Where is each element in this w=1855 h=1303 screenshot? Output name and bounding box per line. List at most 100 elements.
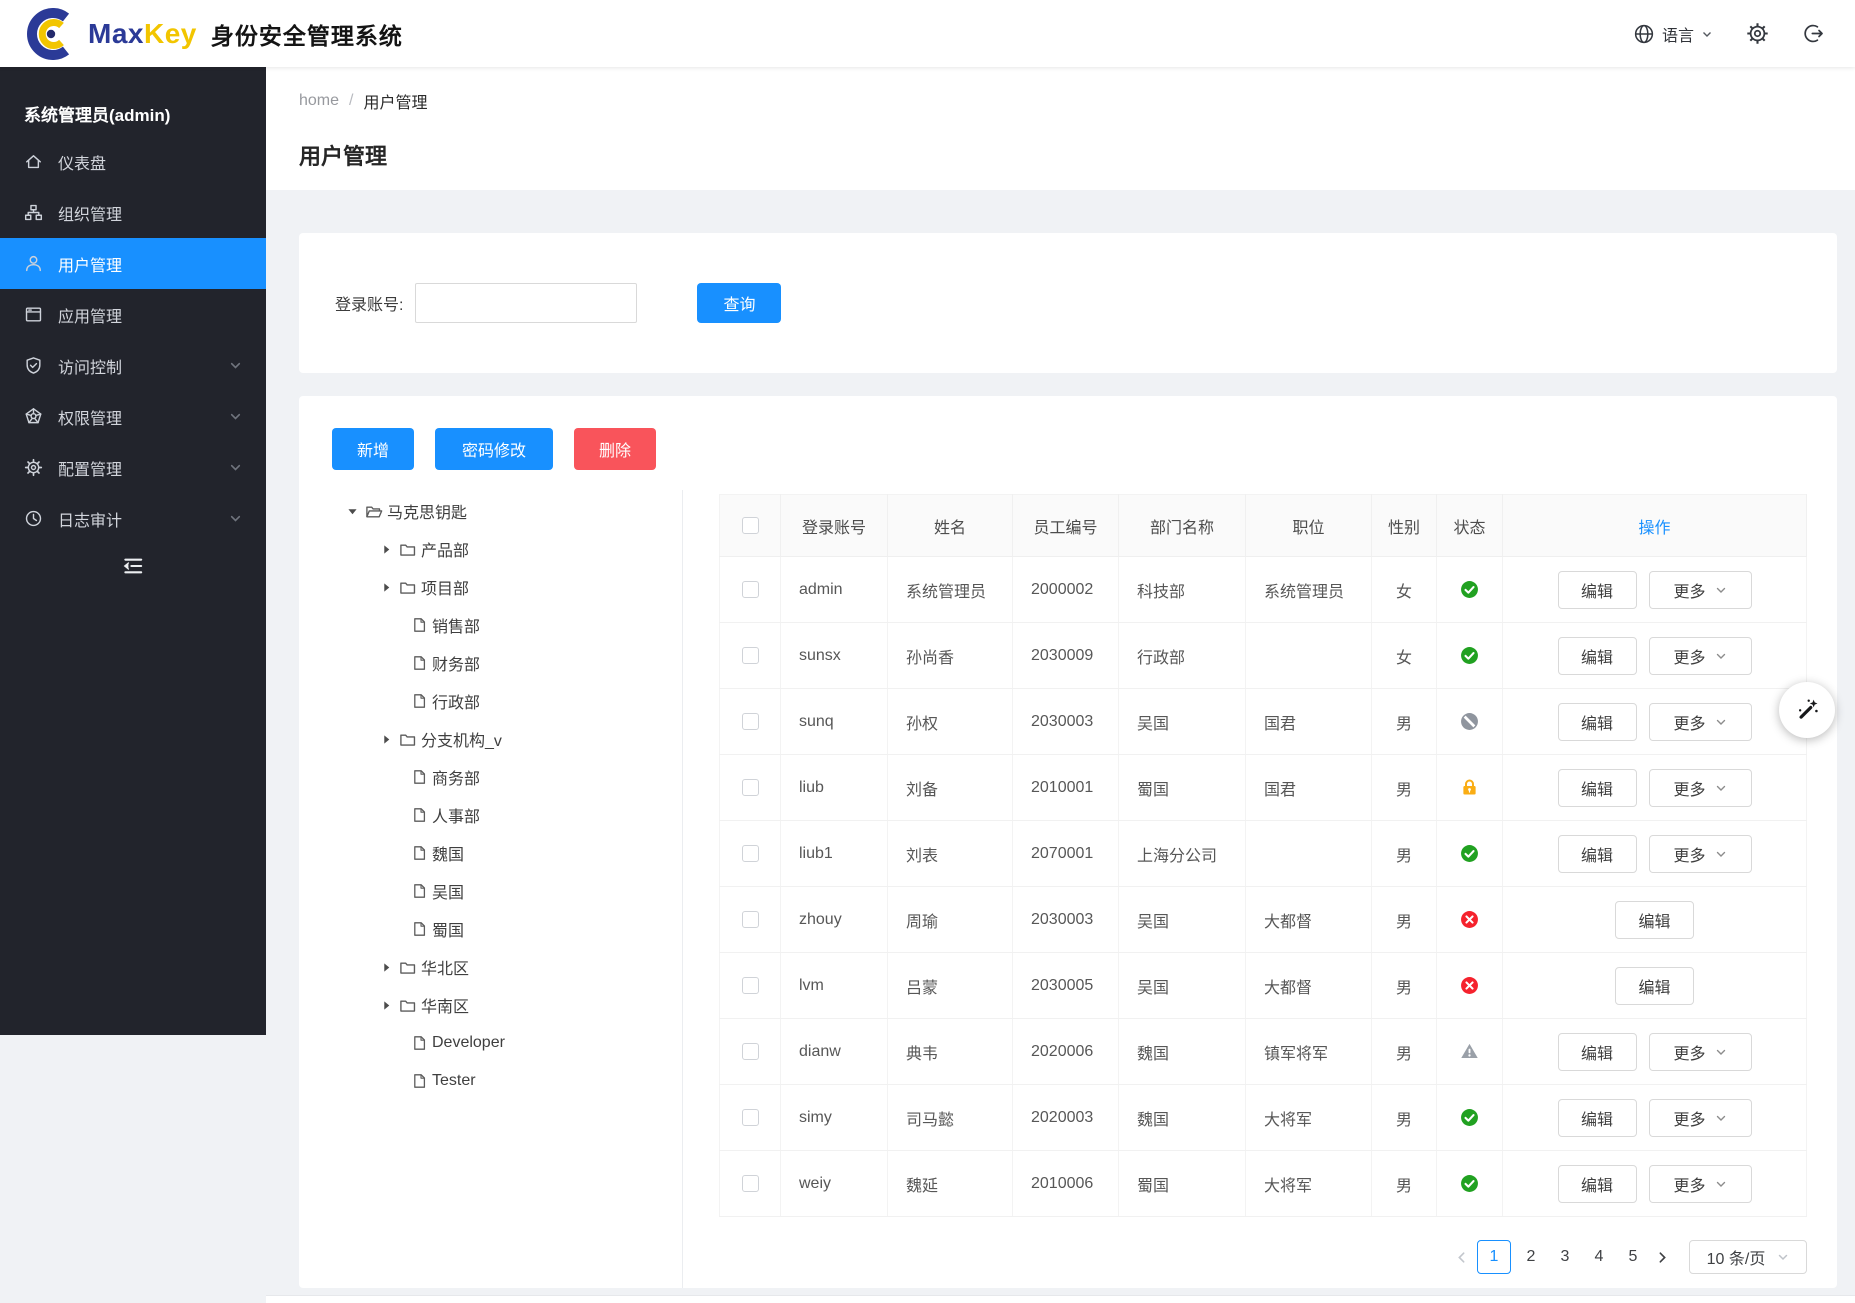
sidebar-item-users[interactable]: 用户管理	[0, 238, 266, 289]
caret-right-icon[interactable]	[379, 581, 393, 594]
cell-employee-id: 2030003	[1013, 887, 1119, 953]
more-button[interactable]: 更多	[1649, 1165, 1752, 1203]
sidebar-item-organization[interactable]: 组织管理	[0, 187, 266, 238]
edit-button[interactable]: 编辑	[1558, 637, 1637, 675]
delete-button[interactable]: 删除	[574, 428, 656, 470]
more-button[interactable]: 更多	[1649, 1033, 1752, 1071]
edit-button[interactable]: 编辑	[1558, 571, 1637, 609]
sidebar-item-dashboard[interactable]: 仪表盘	[0, 136, 266, 187]
tree-node[interactable]: 产品部	[299, 530, 682, 568]
edit-button[interactable]: 编辑	[1558, 1165, 1637, 1203]
page-prev-button[interactable]	[1449, 1251, 1474, 1264]
magic-wand-overlay-button[interactable]	[1779, 682, 1835, 738]
tree-node[interactable]: 分支机构_v	[299, 720, 682, 758]
select-all-checkbox[interactable]	[742, 517, 759, 534]
row-checkbox[interactable]	[742, 779, 759, 796]
page-4-button[interactable]: 4	[1585, 1240, 1613, 1274]
edit-button[interactable]: 编辑	[1558, 1033, 1637, 1071]
edit-button[interactable]: 编辑	[1558, 1099, 1637, 1137]
tree-node[interactable]: 华北区	[299, 948, 682, 986]
more-button[interactable]: 更多	[1649, 571, 1752, 609]
settings-gear-icon[interactable]	[1745, 21, 1770, 46]
tree-node-label: 分支机构_v	[421, 727, 502, 751]
col-department-header: 部门名称	[1119, 495, 1246, 557]
caret-right-icon[interactable]	[379, 999, 393, 1012]
row-checkbox[interactable]	[742, 581, 759, 598]
sidebar-item-access-control[interactable]: 访问控制	[0, 340, 266, 391]
sidebar-item-permissions[interactable]: 权限管理	[0, 391, 266, 442]
edit-button[interactable]: 编辑	[1558, 769, 1637, 807]
logout-icon[interactable]	[1802, 22, 1825, 45]
cell-login: weiy	[781, 1151, 888, 1217]
breadcrumb-home-link[interactable]: home	[299, 92, 339, 110]
caret-down-icon[interactable]	[345, 505, 359, 518]
tree-node[interactable]: 财务部	[299, 644, 682, 682]
tree-node[interactable]: 销售部	[299, 606, 682, 644]
page-2-button[interactable]: 2	[1517, 1240, 1545, 1274]
more-button[interactable]: 更多	[1649, 703, 1752, 741]
caret-right-icon[interactable]	[379, 961, 393, 974]
add-button[interactable]: 新增	[332, 428, 414, 470]
edit-button[interactable]: 编辑	[1615, 967, 1694, 1005]
user-management-card: 新增 密码修改 删除 马克思钥匙产品部项目部销售部财务部行政部分支机构_v商务部…	[299, 396, 1837, 1288]
query-button[interactable]: 查询	[697, 283, 781, 323]
edit-button[interactable]: 编辑	[1558, 703, 1637, 741]
row-checkbox[interactable]	[742, 845, 759, 862]
more-button[interactable]: 更多	[1649, 637, 1752, 675]
tree-node[interactable]: 行政部	[299, 682, 682, 720]
row-checkbox[interactable]	[742, 1109, 759, 1126]
tree-node[interactable]: 华南区	[299, 986, 682, 1024]
sidebar-item-configuration[interactable]: 配置管理	[0, 442, 266, 493]
page-3-button[interactable]: 3	[1551, 1240, 1579, 1274]
cell-status	[1437, 557, 1503, 623]
page-5-button[interactable]: 5	[1619, 1240, 1647, 1274]
tree-node[interactable]: 商务部	[299, 758, 682, 796]
chevron-down-icon	[1701, 28, 1713, 40]
more-button[interactable]: 更多	[1649, 769, 1752, 807]
more-button[interactable]: 更多	[1649, 835, 1752, 873]
cell-gender: 女	[1372, 623, 1437, 689]
tree-node[interactable]: 马克思钥匙	[299, 492, 682, 530]
system-title: 身份安全管理系统	[211, 17, 403, 51]
table-row: zhouy周瑜2030003吴国大都督男编辑	[720, 887, 1807, 953]
sidebar-item-label: 应用管理	[58, 303, 122, 327]
more-button[interactable]: 更多	[1649, 1099, 1752, 1137]
edit-button[interactable]: 编辑	[1558, 835, 1637, 873]
tree-node[interactable]: 蜀国	[299, 910, 682, 948]
caret-right-icon[interactable]	[379, 543, 393, 556]
status-active-icon	[1460, 580, 1479, 599]
tree-node-label: 财务部	[432, 651, 480, 675]
edit-button[interactable]: 编辑	[1615, 901, 1694, 939]
cell-select	[720, 1019, 781, 1085]
sidebar-collapse-toggle[interactable]	[0, 554, 266, 583]
status-banned-icon	[1460, 712, 1479, 731]
page-1-button[interactable]: 1	[1477, 1240, 1511, 1274]
file-icon	[411, 769, 428, 785]
sidebar-item-applications[interactable]: 应用管理	[0, 289, 266, 340]
cell-name: 刘备	[888, 755, 1013, 821]
tree-node[interactable]: 人事部	[299, 796, 682, 834]
page-next-button[interactable]	[1650, 1251, 1675, 1264]
row-checkbox[interactable]	[742, 713, 759, 730]
tree-node[interactable]: Tester	[299, 1062, 682, 1100]
badge-icon	[24, 407, 43, 426]
change-password-button[interactable]: 密码修改	[435, 428, 553, 470]
row-checkbox[interactable]	[742, 977, 759, 994]
row-checkbox[interactable]	[742, 1175, 759, 1192]
cell-department: 行政部	[1119, 623, 1246, 689]
row-checkbox[interactable]	[742, 647, 759, 664]
tree-node[interactable]: 魏国	[299, 834, 682, 872]
language-menu[interactable]: 语言	[1633, 22, 1713, 46]
tree-node[interactable]: Developer	[299, 1024, 682, 1062]
row-checkbox[interactable]	[742, 1043, 759, 1060]
file-icon	[411, 1073, 428, 1089]
tree-node[interactable]: 项目部	[299, 568, 682, 606]
caret-right-icon[interactable]	[379, 733, 393, 746]
row-checkbox[interactable]	[742, 911, 759, 928]
tree-node[interactable]: 吴国	[299, 872, 682, 910]
login-account-input[interactable]	[415, 283, 637, 323]
page-size-select[interactable]: 10 条/页	[1689, 1240, 1807, 1274]
cell-gender: 男	[1372, 1085, 1437, 1151]
sidebar-item-audit-log[interactable]: 日志审计	[0, 493, 266, 544]
sidebar-item-label: 配置管理	[58, 456, 122, 480]
